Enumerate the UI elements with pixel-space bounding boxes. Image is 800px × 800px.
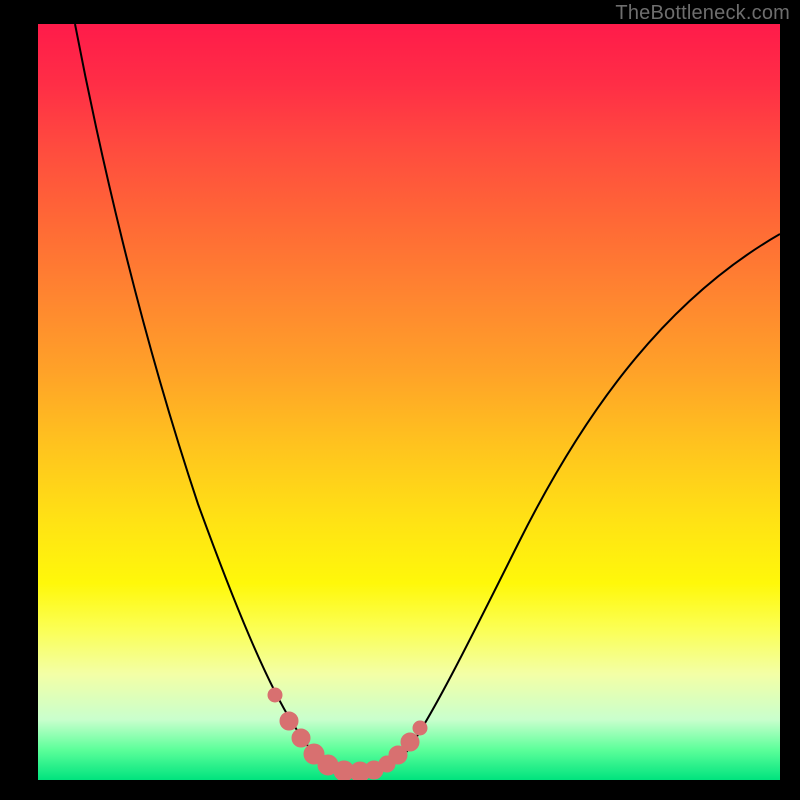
marker-dot	[292, 729, 310, 747]
chart-frame: TheBottleneck.com	[0, 0, 800, 800]
bottleneck-curve-svg	[38, 24, 780, 780]
marker-dot	[268, 688, 282, 702]
watermark-text: TheBottleneck.com	[615, 2, 790, 25]
bottleneck-curve	[75, 24, 780, 773]
marker-group	[268, 688, 427, 780]
marker-dot	[401, 733, 419, 751]
marker-dot	[413, 721, 427, 735]
plot-area	[38, 24, 780, 780]
marker-dot	[280, 712, 298, 730]
